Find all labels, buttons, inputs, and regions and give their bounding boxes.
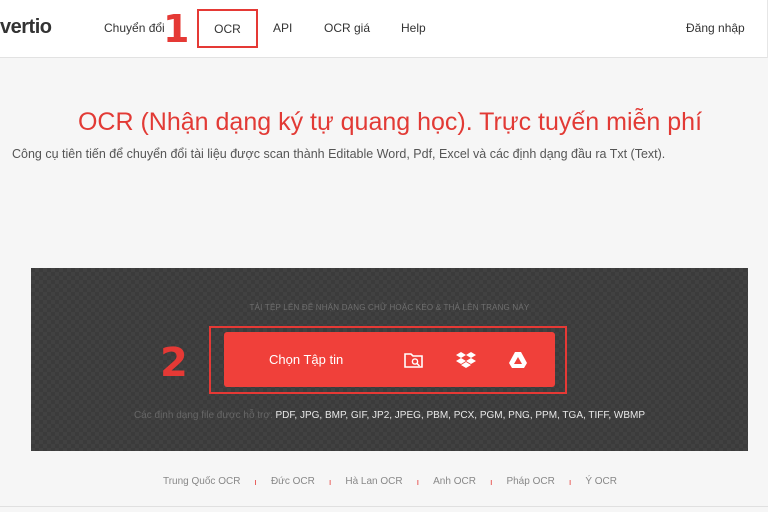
login-link[interactable]: Đăng nhập [686,21,745,35]
footer-link-italian-ocr[interactable]: Ý OCR [585,476,617,487]
formats-list: PDF, JPG, BMP, GIF, JP2, JPEG, PBM, PCX,… [275,410,646,421]
nav-help[interactable]: Help [401,21,426,35]
upload-button-bar: Chọn Tập tin [224,332,555,387]
upload-dropzone[interactable]: TẢI TỆP LÊN ĐỂ NHẬN DẠNG CHỮ HOẶC KÉO & … [31,268,748,451]
folder-search-icon[interactable] [403,349,425,371]
footer-link-chinese-ocr[interactable]: Trung Quốc OCR [163,476,240,487]
formats-prefix: Các định dạng file được hỗ trợ: [133,410,273,421]
dropbox-icon[interactable] [455,349,477,371]
top-header: vertio Chuyển đổi 1 OCR API OCR giá Help… [0,0,768,58]
step-marker-1: 1 [163,7,190,51]
footer-separator: ı [489,476,493,487]
footer-link-english-ocr[interactable]: Anh OCR [433,476,476,487]
footer-separator: ı [568,476,572,487]
footer-separator: ı [254,476,257,487]
nav-ocr-highlight: OCR [197,9,258,48]
google-drive-icon[interactable] [507,349,529,371]
supported-formats: Các định dạng file được hỗ trợ: PDF, JPG… [31,410,748,421]
footer-separator: ı [328,476,332,487]
footer-separator: ı [416,476,420,487]
nav-ocr-pricing[interactable]: OCR giá [324,21,370,35]
step-marker-2: 2 [160,340,188,386]
page-subtitle: Công cụ tiên tiến để chuyển đổi tài liệu… [12,147,666,161]
choose-file-button[interactable]: Chọn Tập tin [269,352,343,367]
page-title: OCR (Nhận dạng ký tự quang học). Trực tu… [77,108,703,136]
upload-hint: TẢI TỆP LÊN ĐỂ NHẬN DẠNG CHỮ HOẶC KÉO & … [249,303,530,312]
footer-link-dutch-ocr[interactable]: Hà Lan OCR [345,476,402,487]
logo[interactable]: vertio [0,16,52,39]
footer-link-german-ocr[interactable]: Đức OCR [271,476,315,487]
bottom-divider [0,506,768,507]
nav-ocr[interactable]: OCR [199,22,256,36]
footer-link-french-ocr[interactable]: Pháp OCR [506,476,554,487]
nav-convert[interactable]: Chuyển đổi [104,21,165,35]
footer-links: Trung Quốc OCR ı Đức OCR ı Hà Lan OCR ı … [0,476,768,487]
nav-api[interactable]: API [273,21,292,35]
